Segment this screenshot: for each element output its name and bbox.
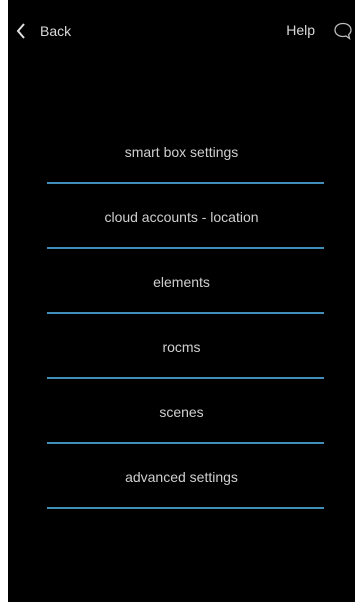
- menu-item-smart-box-settings[interactable]: smart box settings: [8, 120, 355, 185]
- help-link[interactable]: Help: [286, 22, 315, 38]
- menu-separator: [47, 247, 324, 249]
- menu-item-scenes[interactable]: scenes: [8, 380, 355, 445]
- app-screen: Back Help smart box settings cloud accou…: [8, 0, 355, 602]
- back-label: Back: [40, 23, 72, 39]
- menu-item-label: rocms: [162, 339, 201, 355]
- menu-separator: [47, 507, 324, 509]
- menu-item-advanced-settings[interactable]: advanced settings: [8, 445, 355, 510]
- menu-separator: [47, 442, 324, 444]
- menu-separator: [47, 182, 324, 184]
- menu-item-elements[interactable]: elements: [8, 250, 355, 315]
- menu-item-label: scenes: [159, 404, 204, 420]
- menu-item-cloud-accounts-location[interactable]: cloud accounts - location: [8, 185, 355, 250]
- settings-menu: smart box settings cloud accounts - loca…: [8, 120, 355, 510]
- menu-separator: [47, 312, 324, 314]
- menu-item-label: smart box settings: [124, 144, 239, 160]
- menu-separator: [47, 377, 324, 379]
- menu-item-label: cloud accounts - location: [104, 209, 259, 225]
- header-bar: Back Help: [8, 0, 355, 62]
- chevron-left-icon: [16, 23, 26, 39]
- back-button[interactable]: Back: [16, 20, 71, 42]
- menu-item-label: elements: [153, 274, 210, 290]
- menu-item-rooms[interactable]: rocms: [8, 315, 355, 380]
- menu-item-label: advanced settings: [125, 469, 238, 485]
- speech-bubble-icon[interactable]: [333, 21, 353, 41]
